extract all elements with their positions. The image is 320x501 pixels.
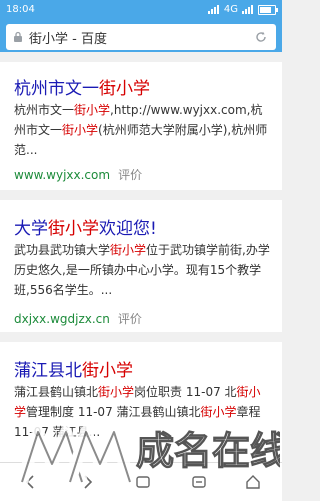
forward-icon[interactable] (78, 473, 96, 491)
result-url[interactable]: dxjxx.wgdjzx.cn (14, 312, 110, 326)
home-icon[interactable] (244, 473, 262, 491)
result-title[interactable]: 大学街小学欢迎您! (14, 214, 157, 239)
result-snippet: 武功县武功镇大学街小学位于武功镇学前街,办学历史悠久,是一所镇办中心小学。现有1… (14, 243, 270, 297)
reload-icon[interactable] (254, 30, 268, 44)
result-snippet: 蒲江县鹤山镇北街小学岗位职责 11-07 北街小学管理制度 11-07 蒲江县鹤… (14, 385, 261, 439)
lock-icon (14, 31, 22, 42)
network-type: 4G (223, 4, 238, 15)
status-icons: 4G (207, 4, 278, 15)
bottom-toolbar (0, 462, 282, 501)
battery-icon (258, 4, 278, 15)
result-title[interactable]: 杭州市文一街小学 (14, 74, 150, 99)
result-card[interactable]: 大学街小学欢迎您! 武功县武功镇大学街小学位于武功镇学前街,办学历史悠久,是一所… (0, 200, 282, 332)
search-box[interactable]: 街小学 - 百度 (6, 24, 276, 50)
menu-icon[interactable] (190, 473, 208, 491)
status-time: 18:04 (6, 4, 35, 15)
back-icon[interactable] (22, 473, 40, 491)
signal-icon (207, 5, 219, 14)
result-title[interactable]: 蒲江县北街小学 (14, 356, 133, 381)
result-card[interactable]: 杭州市文一街小学 杭州市文一街小学,http://www.wyjxx.com,杭… (0, 62, 282, 190)
result-url[interactable]: www.wyjxx.com (14, 168, 110, 182)
search-header: 街小学 - 百度 (0, 20, 282, 52)
result-snippet: 杭州市文一街小学,http://www.wyjxx.com,杭州市文一街小学(杭… (14, 103, 268, 157)
status-bar: 18:04 4G (0, 0, 282, 20)
result-card[interactable]: 蒲江县北街小学 蒲江县鹤山镇北街小学岗位职责 11-07 北街小学管理制度 11… (0, 342, 282, 462)
result-meta: dxjxx.wgdjzx.cn 评价 (14, 310, 142, 327)
result-meta: www.wyjxx.com 评价 (14, 166, 142, 183)
evaluate-link[interactable]: 评价 (118, 168, 142, 182)
evaluate-link[interactable]: 评价 (118, 312, 142, 326)
signal-icon-2 (242, 5, 253, 14)
tabs-icon[interactable] (134, 473, 152, 491)
search-query[interactable]: 街小学 - 百度 (29, 28, 254, 47)
